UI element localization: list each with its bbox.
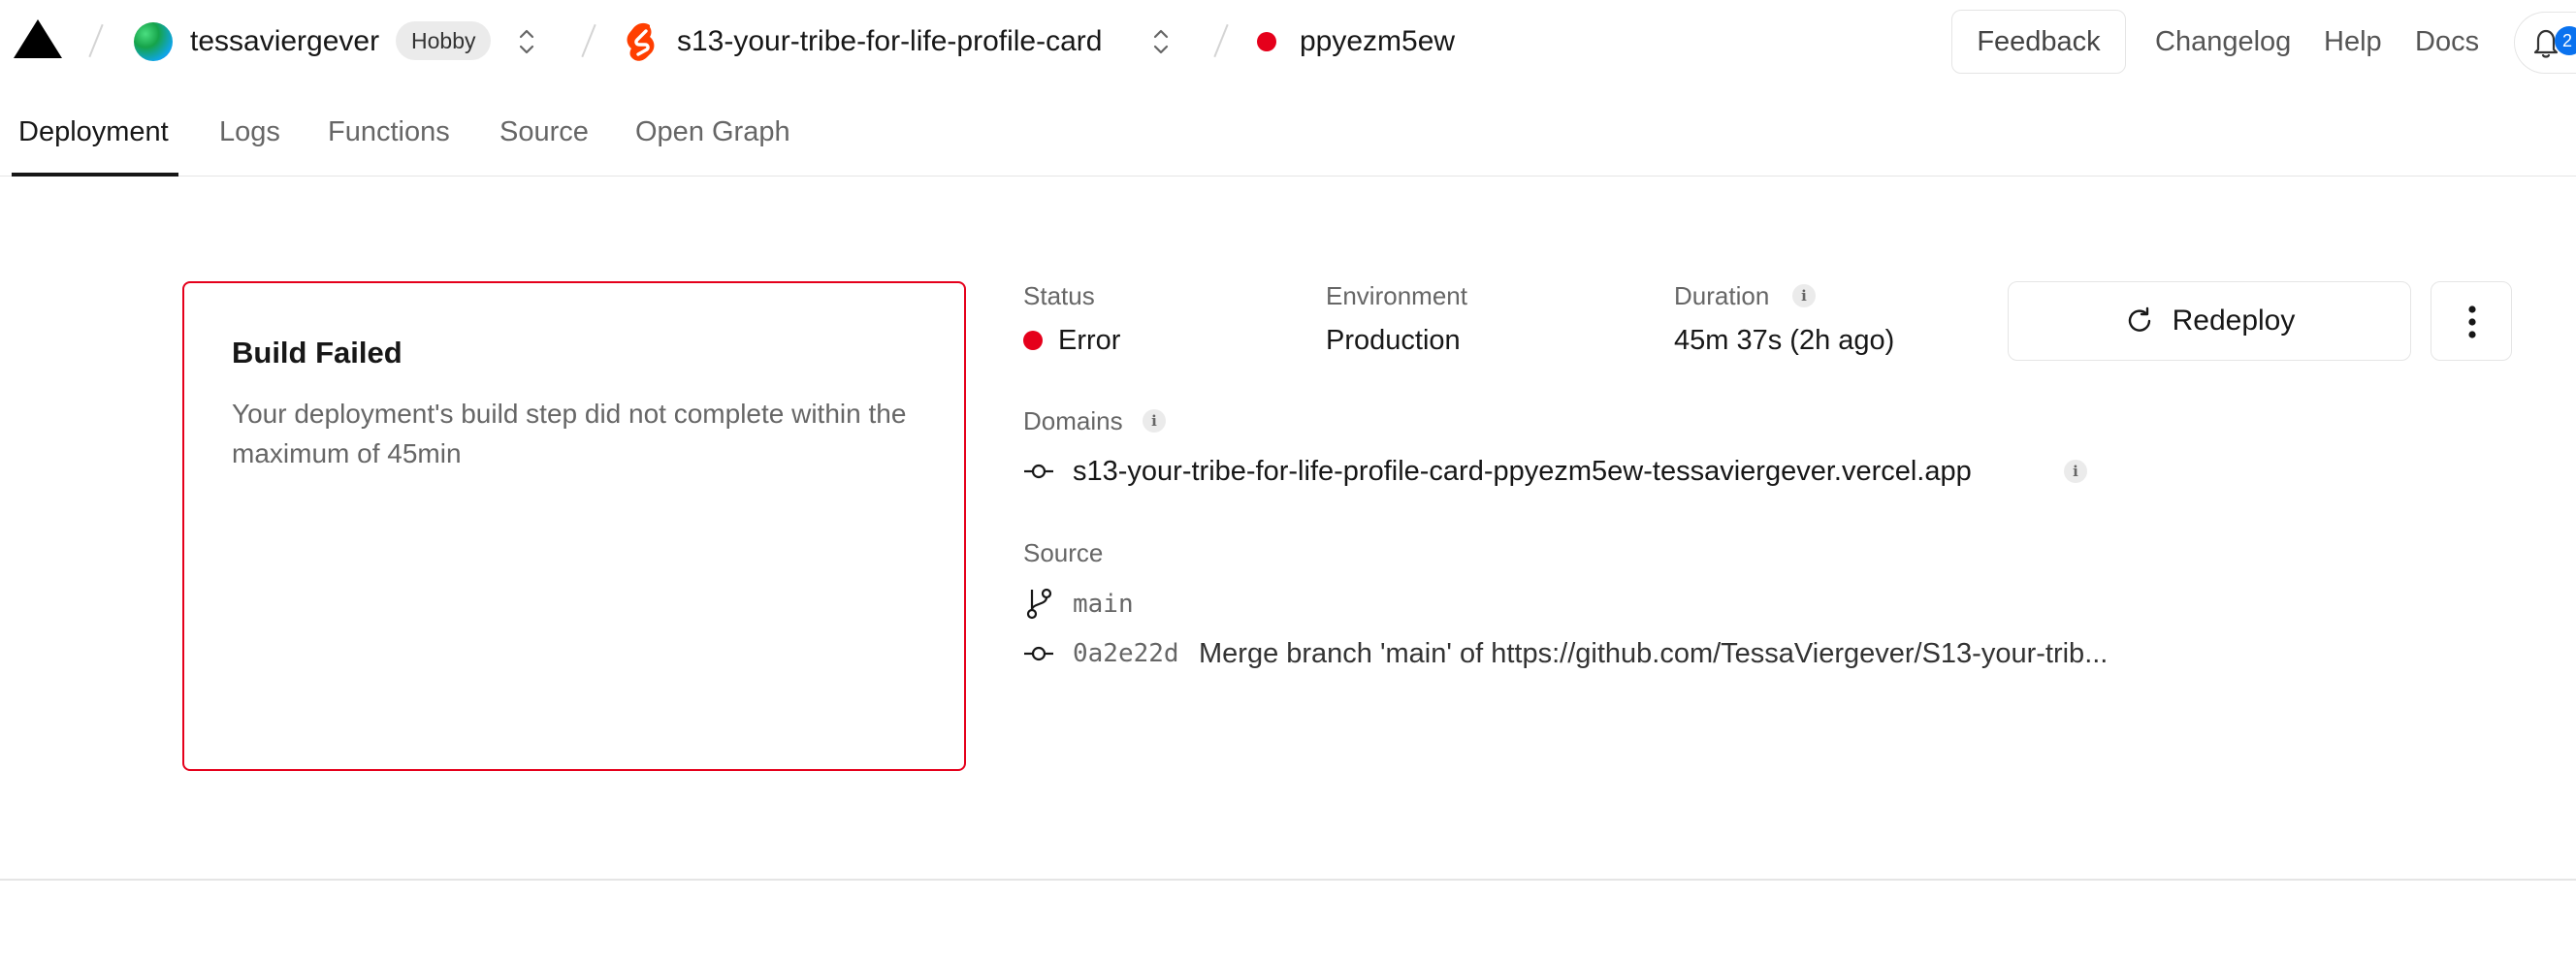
project-name[interactable]: s13-your-tribe-for-life-profile-card xyxy=(677,23,1102,60)
commit-message[interactable]: Merge branch 'main' of https://github.co… xyxy=(1199,635,2108,672)
info-icon[interactable]: i xyxy=(1143,409,1166,433)
info-icon[interactable]: i xyxy=(2064,460,2087,483)
team-name[interactable]: tessaviergever xyxy=(190,23,379,60)
deployment-id[interactable]: ppyezm5ew xyxy=(1300,23,1455,60)
refresh-icon xyxy=(2128,306,2150,332)
branch-name[interactable]: main xyxy=(1073,586,1134,623)
source-label: Source xyxy=(1023,538,1104,567)
divider xyxy=(0,879,2576,881)
tab-deployment[interactable]: Deployment xyxy=(18,112,169,151)
tab-logs[interactable]: Logs xyxy=(219,112,280,151)
status-label: Status xyxy=(1023,281,1095,310)
error-description: Your deployment's build step did not com… xyxy=(232,399,907,468)
breadcrumb-separator xyxy=(1213,23,1229,58)
breadcrumb-separator xyxy=(88,23,104,58)
tab-functions[interactable]: Functions xyxy=(328,112,450,151)
duration-label: Duration xyxy=(1674,281,1770,310)
info-icon[interactable]: i xyxy=(1792,284,1816,307)
team-avatar-icon[interactable] xyxy=(134,22,173,61)
git-branch-icon xyxy=(1026,588,1052,620)
breadcrumb-separator xyxy=(581,23,596,58)
nav-link-docs[interactable]: Docs xyxy=(2415,23,2479,60)
status-dot-icon xyxy=(1257,32,1276,51)
chevron-updown-icon[interactable] xyxy=(1150,25,1172,58)
notification-count-badge[interactable]: 2 xyxy=(2555,26,2576,55)
build-error-card: Build Failed Your deployment's build ste… xyxy=(182,281,966,771)
domain-link[interactable]: s13-your-tribe-for-life-profile-card-ppy… xyxy=(1073,453,1972,490)
app-root: tessaviergever Hobby s13-your-tribe-for-… xyxy=(0,0,2576,964)
active-tab-indicator xyxy=(12,173,178,177)
more-vertical-icon xyxy=(2468,305,2476,338)
svelte-icon[interactable] xyxy=(625,21,660,62)
nav-link-changelog[interactable]: Changelog xyxy=(2155,23,2291,60)
tab-source[interactable]: Source xyxy=(499,112,589,151)
status-dot-icon xyxy=(1023,331,1043,350)
nav-link-help[interactable]: Help xyxy=(2324,23,2382,60)
environment-label: Environment xyxy=(1326,281,1467,310)
environment-value: Production xyxy=(1326,325,1461,356)
commit-icon xyxy=(1024,646,1053,661)
error-title: Build Failed xyxy=(232,336,402,370)
redeploy-label: Redeploy xyxy=(2172,305,2296,337)
domains-label: Domains xyxy=(1023,406,1123,435)
commit-icon xyxy=(1024,464,1053,479)
chevron-updown-icon[interactable] xyxy=(516,25,537,58)
redeploy-button[interactable]: Redeploy xyxy=(2008,281,2411,361)
feedback-button[interactable]: Feedback xyxy=(1951,10,2126,74)
more-actions-button[interactable] xyxy=(2431,281,2512,361)
vercel-logo-icon[interactable] xyxy=(12,17,64,60)
plan-badge: Hobby xyxy=(396,21,492,60)
commit-hash[interactable]: 0a2e22d xyxy=(1073,635,1179,672)
top-bar: tessaviergever Hobby s13-your-tribe-for-… xyxy=(0,0,2576,83)
status-value: Error xyxy=(1058,325,1121,356)
duration-value: 45m 37s (2h ago) xyxy=(1674,325,1895,356)
tab-open-graph[interactable]: Open Graph xyxy=(635,112,790,151)
tab-bar: Deployment Logs Functions Source Open Gr… xyxy=(0,83,2576,177)
